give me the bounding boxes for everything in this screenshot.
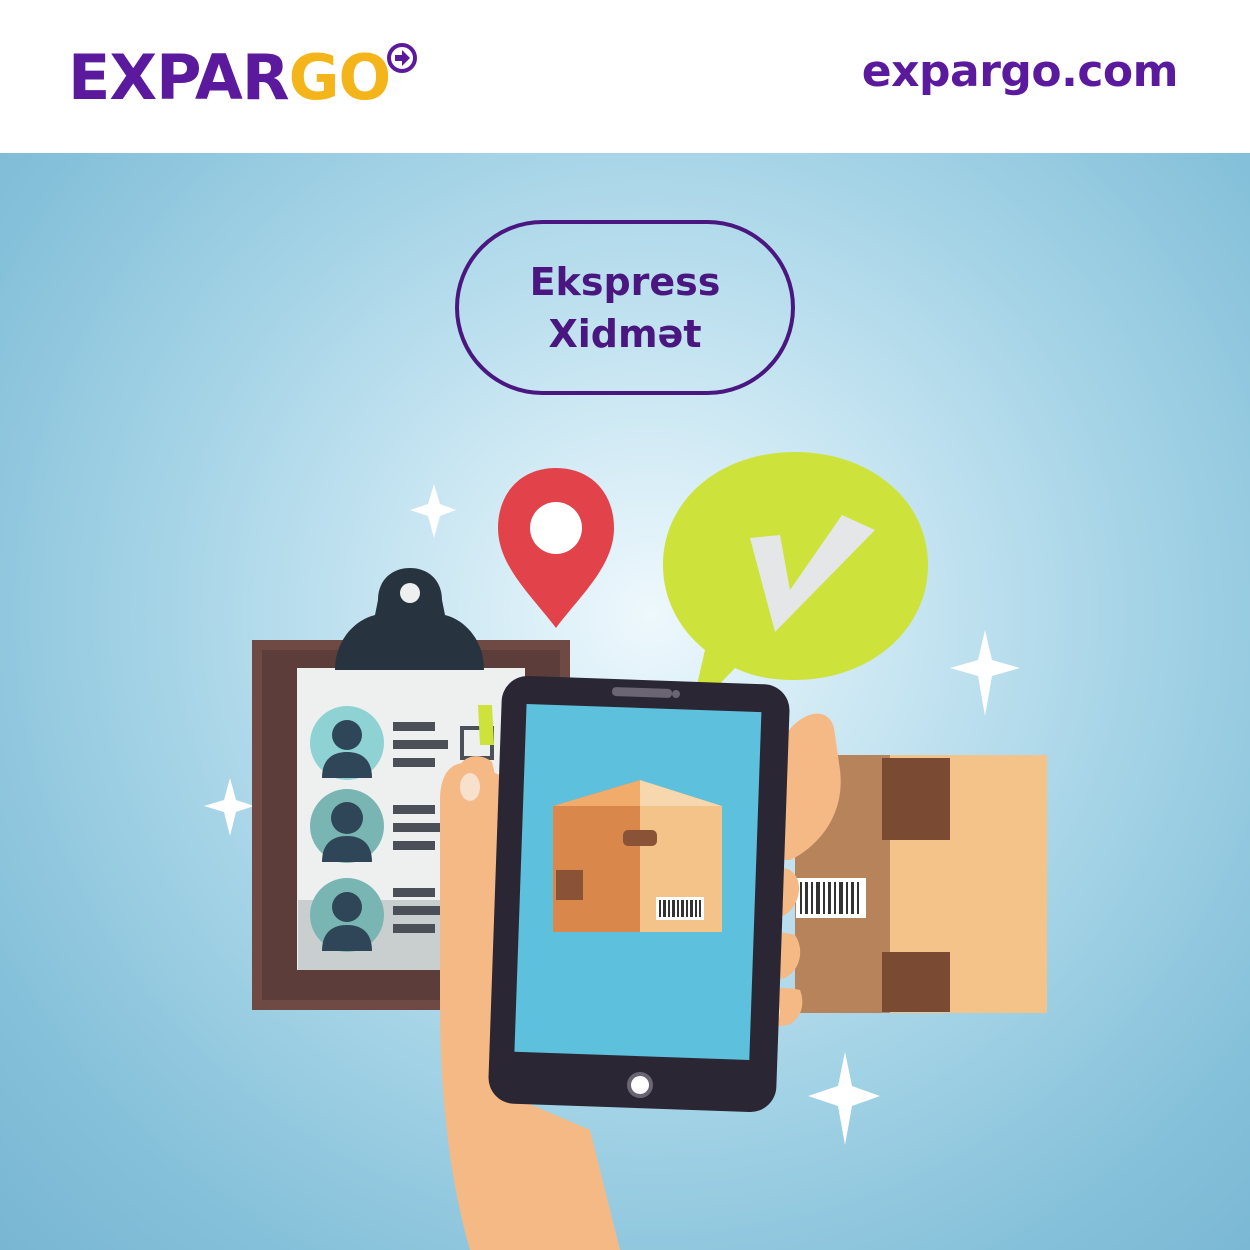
sparkle-icon [410,484,456,538]
badge-line-1: Ekspress [529,259,721,304]
location-pin-icon [498,468,614,628]
contact-avatar [310,706,384,780]
page: EXPAR GO expargo.com Ekspress Xidmət [0,0,1250,1250]
contact-avatar [310,789,384,863]
sparkle-icon [204,778,254,836]
badge-line-2: Xidmət [548,311,702,356]
express-service-badge: Ekspress Xidmət [455,220,795,395]
smartphone-icon [488,675,790,1113]
sparkle-icon [808,1052,880,1145]
delivery-illustration [204,452,1047,1250]
check-bubble-icon [663,452,928,715]
sparkle-icon [950,630,1020,716]
parcel-box-icon [553,780,722,932]
contact-avatar [310,878,384,952]
